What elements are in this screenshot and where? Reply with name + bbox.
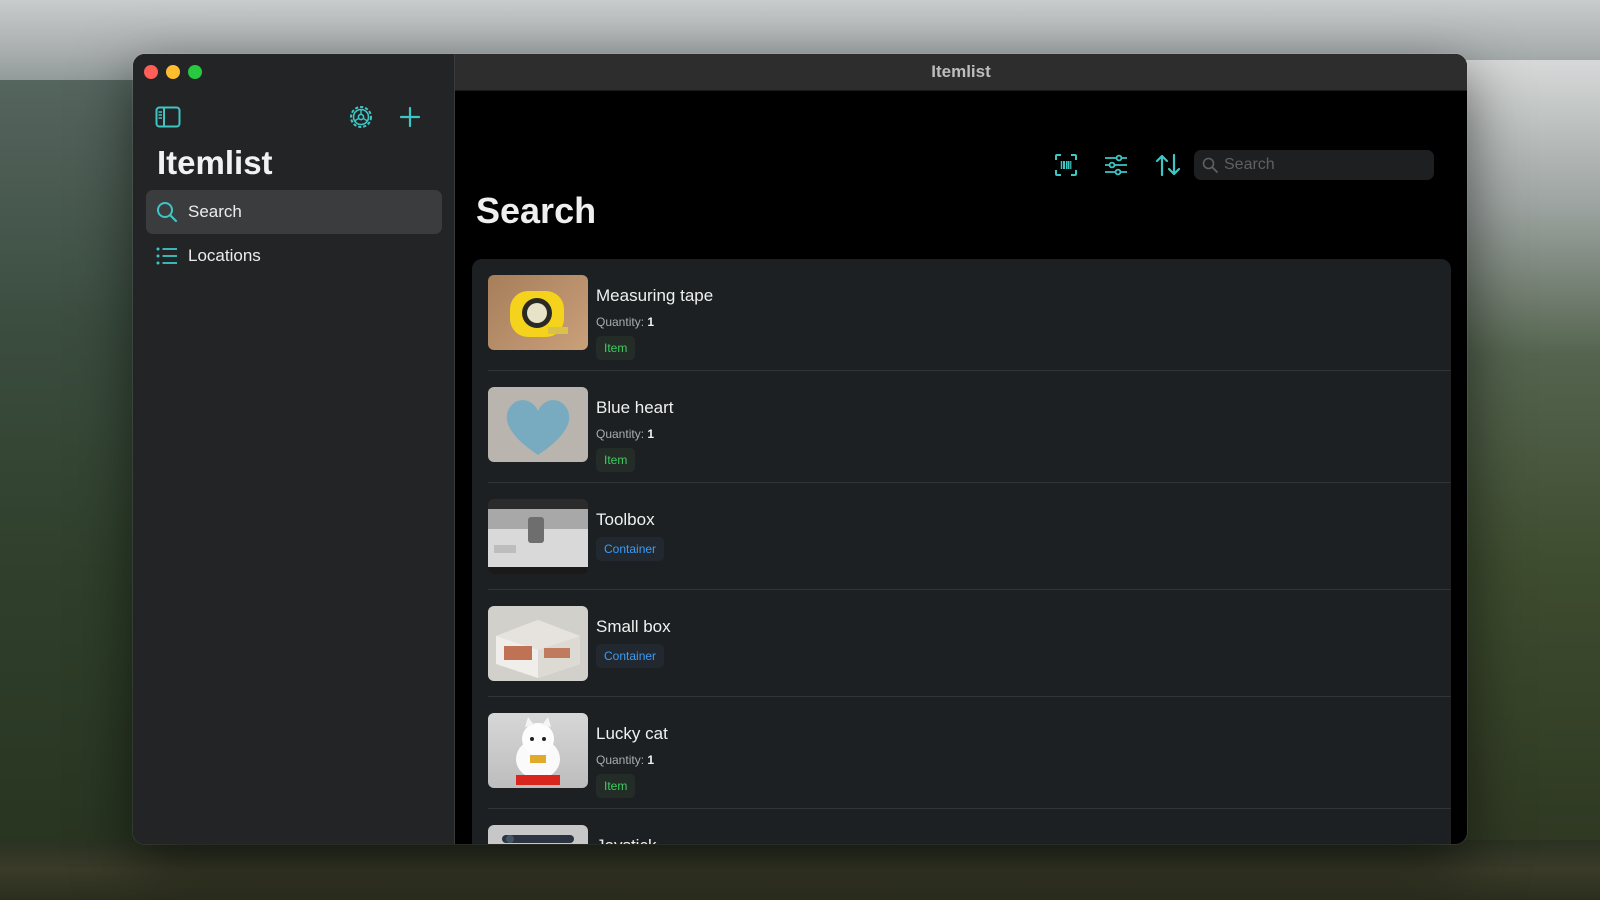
close-button[interactable] <box>144 65 158 79</box>
window-title: Itemlist <box>455 54 1467 91</box>
small-box-image <box>496 620 580 678</box>
item-type-badge: Item <box>596 448 636 472</box>
barcode-scan-icon <box>1055 154 1077 176</box>
search-input[interactable] <box>1224 156 1424 174</box>
item-thumbnail <box>488 387 588 462</box>
minimize-button[interactable] <box>166 65 180 79</box>
item-thumbnail <box>488 713 588 788</box>
item-quantity: Quantity: 1 <box>596 753 655 767</box>
item-type-badge: Item <box>596 774 636 798</box>
list-item[interactable]: Measuring tape Quantity: 1 Item <box>472 259 1451 371</box>
zoom-button[interactable] <box>188 65 202 79</box>
sort-button[interactable] <box>1153 150 1183 180</box>
sidebar-icon <box>155 106 181 128</box>
item-type-badge: Item <box>596 336 636 360</box>
sidebar-item-label: Locations <box>188 246 261 265</box>
filter-sliders-icon <box>1105 154 1127 176</box>
list-item[interactable]: Blue heart Quantity: 1 Item <box>472 371 1451 483</box>
filter-button[interactable] <box>1101 150 1131 180</box>
item-name: Small box <box>596 617 671 636</box>
search-field[interactable] <box>1194 150 1434 180</box>
page-title: Search <box>476 190 597 231</box>
sidebar: Itemlist Search Locations <box>133 54 455 844</box>
item-thumbnail <box>488 499 588 574</box>
add-button[interactable] <box>395 102 425 132</box>
item-list: Measuring tape Quantity: 1 Item Blue hea… <box>472 259 1451 844</box>
item-name: Blue heart <box>596 398 674 417</box>
item-name: Joystick <box>596 836 656 844</box>
list-icon <box>156 247 177 265</box>
measuring-tape-image <box>510 291 568 337</box>
toolbox-image <box>488 509 588 574</box>
plus-icon <box>399 106 421 128</box>
search-icon <box>157 202 178 223</box>
sidebar-title: Itemlist <box>157 144 273 181</box>
sidebar-item-label: Search <box>188 202 242 221</box>
lucky-cat-image <box>516 717 560 785</box>
toggle-sidebar-button[interactable] <box>153 102 183 132</box>
item-name: Measuring tape <box>596 286 714 305</box>
list-item[interactable]: Lucky cat Quantity: 1 Item <box>472 697 1451 809</box>
window-controls <box>144 65 202 79</box>
main-content: Itemlist Search Search Measuring tape Qu… <box>455 54 1467 844</box>
item-quantity: Quantity: 1 <box>596 427 655 441</box>
joystick-image <box>502 835 574 843</box>
wallpaper-bottom <box>0 840 1600 900</box>
wallpaper-left <box>0 80 140 900</box>
gear-icon <box>350 106 372 128</box>
item-name: Lucky cat <box>596 724 668 743</box>
list-item[interactable]: Joystick <box>472 809 1451 844</box>
search-icon <box>1202 157 1218 173</box>
sidebar-item-locations[interactable]: Locations <box>146 234 442 278</box>
container-type-badge: Container <box>596 537 665 561</box>
item-name: Toolbox <box>596 510 655 529</box>
item-thumbnail <box>488 825 588 844</box>
scan-barcode-button[interactable] <box>1051 150 1081 180</box>
sidebar-item-search[interactable]: Search <box>146 190 442 234</box>
blue-heart-image <box>506 400 570 455</box>
list-item[interactable]: Small box Container <box>472 590 1451 697</box>
item-thumbnail <box>488 606 588 681</box>
list-item[interactable]: Toolbox Container <box>472 483 1451 590</box>
item-quantity: Quantity: 1 <box>596 315 655 329</box>
app-window: Itemlist Search Locations Itemlist Searc… <box>133 54 1467 844</box>
settings-button[interactable] <box>346 102 376 132</box>
sort-arrows-icon <box>1155 153 1181 177</box>
item-thumbnail <box>488 275 588 350</box>
container-type-badge: Container <box>596 644 665 668</box>
